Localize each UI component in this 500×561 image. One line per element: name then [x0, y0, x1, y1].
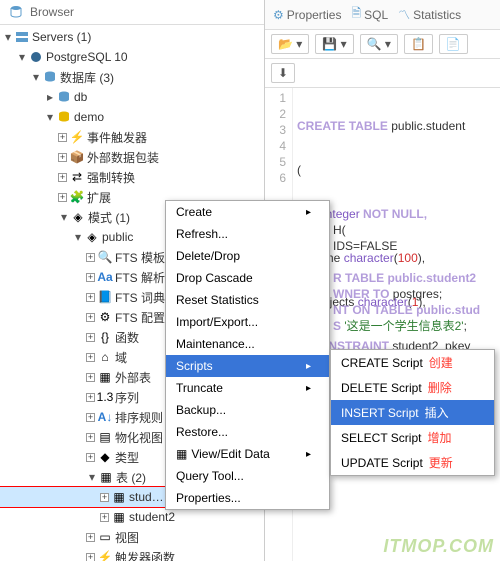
type-icon: ◆ [97, 449, 113, 465]
fts-icon: 🔍 [97, 249, 113, 265]
tree-node-db[interactable]: ▸db [0, 87, 264, 107]
properties-icon: ⚙ [273, 8, 284, 22]
extension-icon: 🧩 [69, 189, 85, 205]
submenu-select-script[interactable]: SELECT Script增加 [331, 425, 494, 450]
watermark: ITMOP.COM [383, 536, 494, 557]
menu-query-tool[interactable]: Query Tool... [166, 465, 329, 487]
table-icon: ▦ [111, 489, 127, 505]
menu-properties[interactable]: Properties... [166, 487, 329, 509]
database-icon [56, 109, 72, 125]
sql-toolbar: 📂 ▾ 💾 ▾ 🔍 ▾ 📋 📄 [265, 30, 500, 59]
menu-refresh[interactable]: Refresh... [166, 223, 329, 245]
chevron-right-icon: ▸ [306, 383, 311, 394]
table-icon: ▦ [98, 469, 114, 485]
cast-icon: ⇄ [69, 169, 85, 185]
matview-icon: ▤ [97, 429, 113, 445]
domain-icon: ⌂ [97, 349, 113, 365]
menu-create[interactable]: Create▸ [166, 201, 329, 223]
tab-statistics[interactable]: 〽Statistics [398, 4, 461, 25]
menu-maintenance[interactable]: Maintenance... [166, 333, 329, 355]
bolt-icon: ⚡ [69, 129, 85, 145]
tree-node-demo[interactable]: ▾demo [0, 107, 264, 127]
tree-node-databases[interactable]: ▾数据库 (3) [0, 67, 264, 87]
submenu-delete-script[interactable]: DELETE Script删除 [331, 375, 494, 400]
sql-icon: 🗎 [351, 4, 361, 25]
schema-icon: ◈ [84, 229, 100, 245]
copy-button[interactable]: 📋 [404, 34, 433, 54]
browser-header: Browser [0, 0, 264, 25]
submenu-insert-script[interactable]: INSERT Script插入 [331, 400, 494, 425]
tree-node-student2[interactable]: +▦student2 [0, 507, 264, 527]
chevron-right-icon: ▸ [306, 449, 311, 460]
chevron-right-icon: ▸ [306, 361, 311, 372]
menu-drop-cascade[interactable]: Drop Cascade [166, 267, 329, 289]
view-icon: ▭ [97, 529, 113, 545]
menu-view-edit[interactable]: ▦View/Edit Data▸ [166, 443, 329, 465]
function-icon: {} [97, 329, 113, 345]
tab-bar: ⚙Properties 🗎SQL 〽Statistics [265, 0, 500, 30]
menu-import-export[interactable]: Import/Export... [166, 311, 329, 333]
database-icon [8, 4, 24, 20]
search-button[interactable]: 🔍 ▾ [360, 34, 398, 54]
open-button[interactable]: 📂 ▾ [271, 34, 309, 54]
paste-button[interactable]: 📄 [439, 34, 468, 54]
elephant-icon [28, 49, 44, 65]
menu-delete[interactable]: Delete/Drop [166, 245, 329, 267]
menu-reset-stats[interactable]: Reset Statistics [166, 289, 329, 311]
tree-node[interactable]: +▭视图 [0, 527, 264, 547]
schema-icon: ◈ [70, 209, 86, 225]
menu-backup[interactable]: Backup... [166, 399, 329, 421]
chart-icon: 〽 [398, 6, 410, 23]
fts-icon: Aa [97, 269, 113, 285]
package-icon: 📦 [69, 149, 85, 165]
tree-node-servers[interactable]: ▾Servers (1) [0, 27, 264, 47]
submenu-create-script[interactable]: CREATE Script创建 [331, 350, 494, 375]
trigger-func-icon: ⚡ [97, 549, 113, 561]
table-icon: ▦ [176, 447, 187, 461]
sequence-icon: 1.3 [97, 389, 113, 405]
database-icon [56, 89, 72, 105]
foreign-table-icon: ▦ [97, 369, 113, 385]
scripts-submenu[interactable]: CREATE Script创建 DELETE Script删除 INSERT S… [330, 349, 495, 476]
save-button[interactable]: 💾 ▾ [315, 34, 353, 54]
collation-icon: A↓ [97, 409, 113, 425]
fts-icon: ⚙ [97, 309, 113, 325]
database-icon [42, 69, 58, 85]
menu-truncate[interactable]: Truncate▸ [166, 377, 329, 399]
tree-node[interactable]: +⚡触发器函数 [0, 547, 264, 561]
table-icon: ▦ [111, 509, 127, 525]
tree-node[interactable]: +⇄强制转换 [0, 167, 264, 187]
chevron-right-icon: ▸ [306, 207, 311, 218]
tree-node[interactable]: +⚡事件触发器 [0, 127, 264, 147]
tree-node-server[interactable]: ▾PostgreSQL 10 [0, 47, 264, 67]
fts-icon: 📘 [97, 289, 113, 305]
sql-toolbar-2: ⬇ [265, 59, 500, 88]
download-button[interactable]: ⬇ [271, 63, 295, 83]
context-menu[interactable]: Create▸ Refresh... Delete/Drop Drop Casc… [165, 200, 330, 510]
tab-sql[interactable]: 🗎SQL [351, 4, 388, 25]
menu-scripts[interactable]: Scripts▸ [166, 355, 329, 377]
menu-restore[interactable]: Restore... [166, 421, 329, 443]
browser-title: Browser [30, 5, 74, 19]
tab-properties[interactable]: ⚙Properties [273, 4, 341, 25]
sql-fragment: H( IDS=FALSE R TABLE public.student2 WNE… [333, 222, 480, 334]
submenu-update-script[interactable]: UPDATE Script更新 [331, 450, 494, 475]
tree-node[interactable]: +📦外部数据包装 [0, 147, 264, 167]
server-group-icon [14, 29, 30, 45]
